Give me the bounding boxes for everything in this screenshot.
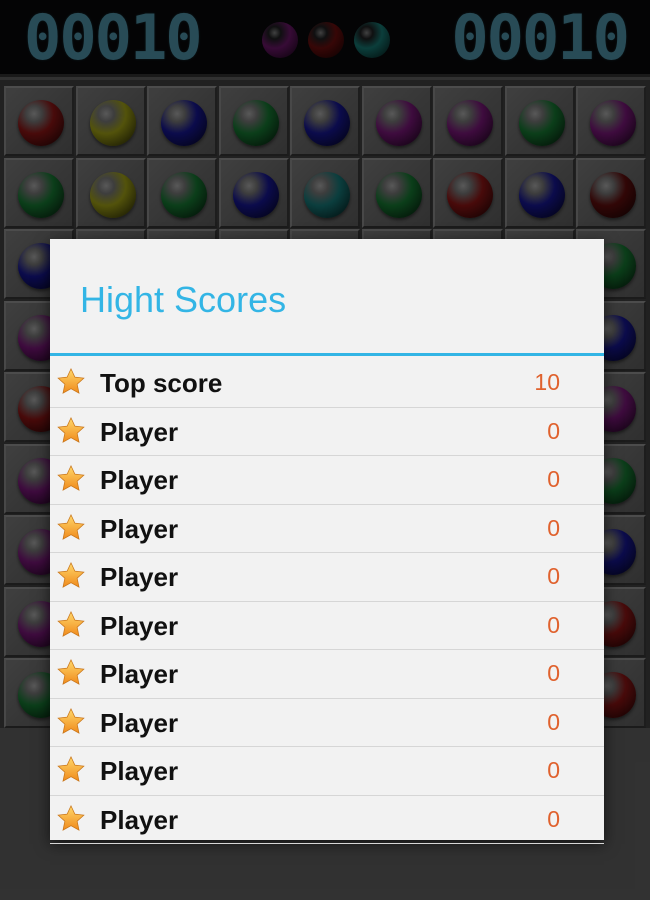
player-name: Player bbox=[100, 465, 179, 495]
player-score: 0 bbox=[547, 611, 560, 638]
star-icon bbox=[56, 610, 86, 640]
star-icon bbox=[56, 804, 86, 834]
score-row: Player 0 bbox=[50, 505, 604, 553]
score-row: Player 0 bbox=[50, 408, 604, 456]
star-icon bbox=[56, 561, 86, 591]
score-row: Top score 10 bbox=[50, 359, 604, 408]
player-score: 0 bbox=[547, 660, 560, 686]
score-row: Player 0 bbox=[50, 796, 604, 844]
score-row: Player 0 bbox=[50, 747, 604, 796]
dialog-title: Hight Scores bbox=[80, 279, 287, 320]
score-row: Player 0 bbox=[50, 456, 604, 505]
player-score: 0 bbox=[547, 805, 560, 832]
player-name: Player bbox=[100, 804, 179, 835]
player-score: 0 bbox=[547, 514, 560, 541]
star-icon bbox=[56, 464, 86, 494]
player-score: 0 bbox=[547, 417, 560, 444]
star-icon bbox=[56, 658, 86, 688]
player-score: 0 bbox=[547, 708, 560, 735]
player-score: 0 bbox=[547, 757, 560, 783]
player-score: 0 bbox=[547, 466, 560, 492]
player-name: Player bbox=[100, 707, 179, 738]
player-name: Player bbox=[100, 756, 179, 786]
star-icon bbox=[56, 707, 86, 737]
player-name: Player bbox=[100, 659, 179, 689]
star-icon bbox=[56, 755, 86, 785]
player-name: Player bbox=[100, 513, 179, 544]
score-list: Top score 10 Player 0 Player 0 Player 0 Player 0 P… bbox=[50, 359, 604, 844]
player-name: Player bbox=[100, 416, 179, 447]
score-row: Player 0 bbox=[50, 553, 604, 602]
player-score: 0 bbox=[547, 563, 560, 589]
high-scores-dialog: Hight Scores Top score 10 Player 0 Player 0 Pl… bbox=[50, 239, 604, 844]
star-icon bbox=[56, 367, 86, 397]
player-name: Top score bbox=[100, 368, 223, 398]
score-row: Player 0 bbox=[50, 602, 604, 650]
score-row: Player 0 bbox=[50, 699, 604, 747]
star-icon bbox=[56, 513, 86, 543]
star-icon bbox=[56, 416, 86, 446]
score-row: Player 0 bbox=[50, 650, 604, 699]
player-name: Player bbox=[100, 562, 179, 592]
player-name: Player bbox=[100, 610, 179, 641]
player-score: 10 bbox=[534, 369, 560, 395]
title-divider bbox=[50, 353, 604, 356]
